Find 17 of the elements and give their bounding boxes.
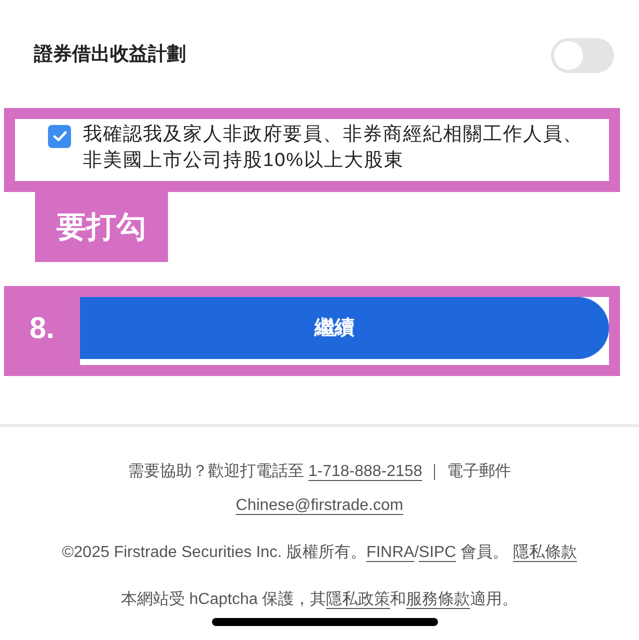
footer-text: 本網站受 hCaptcha 保護，其隱私政策和服務條款適用。 (120, 590, 518, 610)
footer-link[interactable]: SIPC (418, 544, 456, 561)
footer-text: ©2025 Firstrade Securities Inc. 版權所有。FINRA/SIPC 會員。 隱私條款 (62, 543, 577, 563)
footer-link[interactable]: 服務條款 (406, 591, 470, 608)
checkmark-icon (52, 131, 66, 142)
annotation-label: 要打勾 (35, 192, 168, 262)
footer-link[interactable]: FINRA (366, 544, 414, 561)
footer-link[interactable]: 1-718-888-2158 (308, 463, 422, 480)
footer-link[interactable]: Chinese@firstrade.com (236, 497, 404, 514)
footer-link[interactable]: 隱私條款 (513, 544, 577, 561)
continue-button[interactable]: 繼續 (80, 297, 609, 359)
footer-text: 需要協助？歡迎打電話至 1-718-888-2158 ｜ 電子郵件 Chinese@firstrade.com (126, 462, 512, 516)
consent-text: 我確認我及家人非政府要員、非券商經紀相關工作人員、非美國上市公司持股10%以上大股東 (83, 123, 584, 173)
setting-label: 證券借出收益計劃 (34, 42, 186, 68)
toggle-switch[interactable] (551, 38, 614, 73)
footer-link[interactable]: 隱私政策 (326, 591, 390, 608)
checkbox[interactable] (48, 125, 71, 148)
